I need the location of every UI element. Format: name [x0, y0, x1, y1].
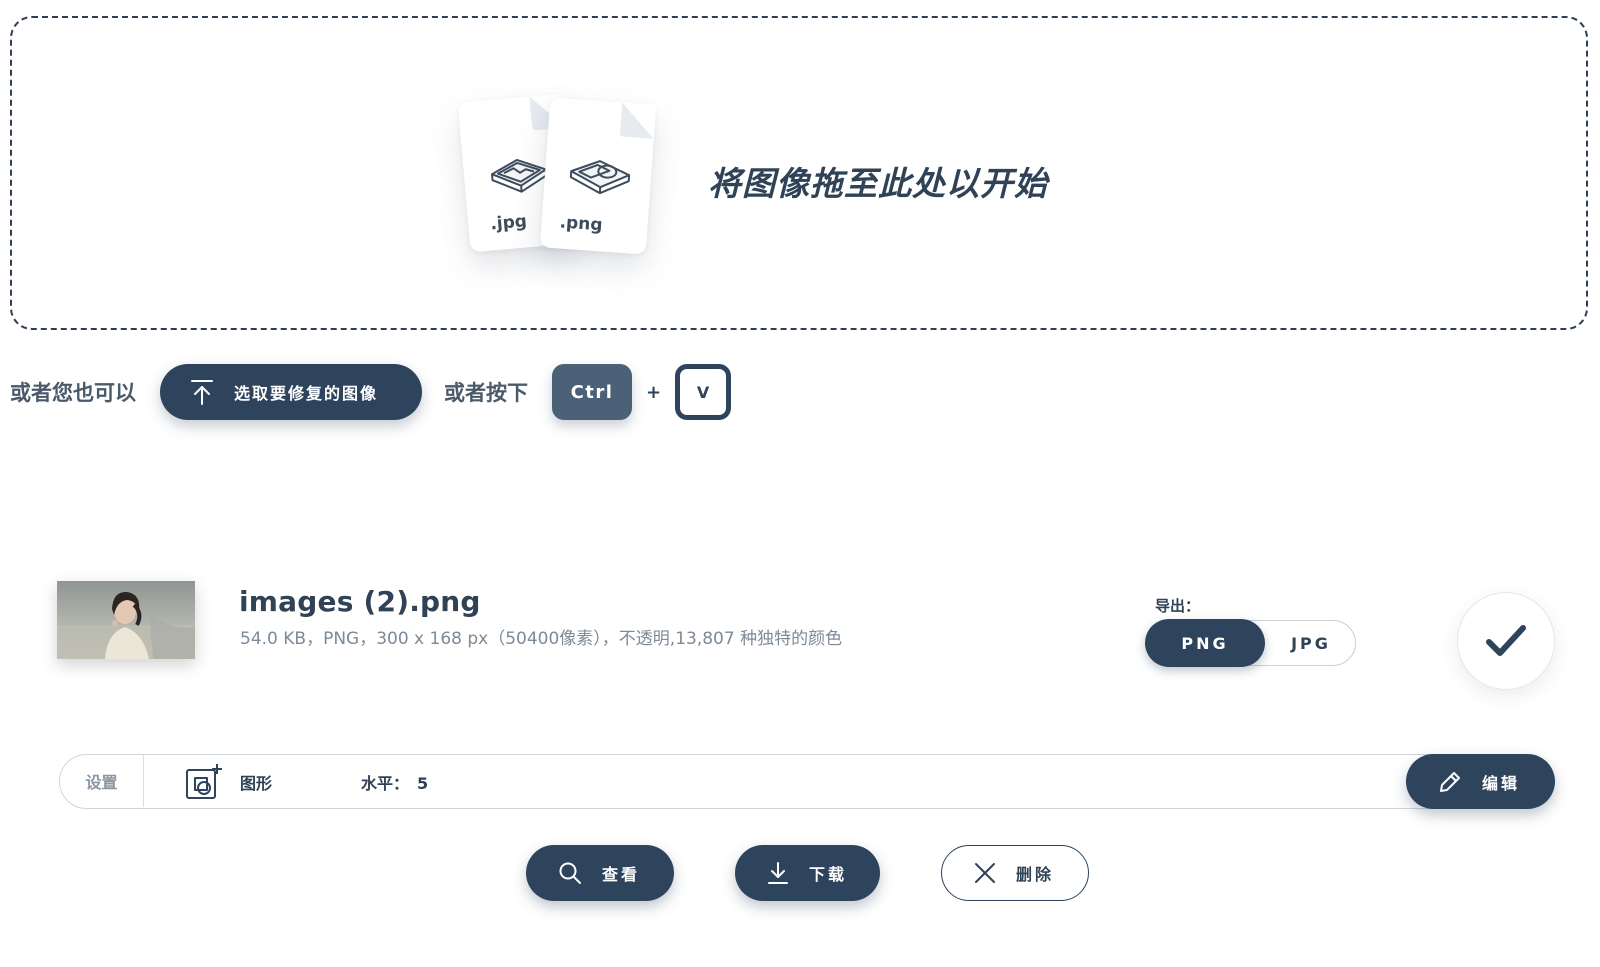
- download-button[interactable]: 下载: [735, 845, 880, 901]
- view-label: 查看: [602, 865, 641, 884]
- format-png-option[interactable]: PNG: [1145, 619, 1265, 667]
- download-icon: [767, 861, 789, 885]
- delete-button[interactable]: 删除: [941, 845, 1089, 901]
- pencil-icon: [1438, 770, 1462, 794]
- search-icon: [558, 861, 582, 885]
- plus-sign: +: [646, 381, 662, 403]
- drop-zone-title: 将图像拖至此处以开始: [708, 164, 1048, 203]
- download-label: 下载: [809, 865, 848, 884]
- upload-icon: [190, 379, 214, 405]
- thumbnail-photo: [57, 581, 195, 659]
- ctrl-key: Ctrl: [552, 364, 632, 420]
- file-name: images (2).png: [239, 585, 481, 618]
- or-you-can-label: 或者您也可以: [10, 381, 136, 405]
- edit-label: 编辑: [1482, 773, 1521, 793]
- view-button[interactable]: 查看: [526, 845, 674, 901]
- shape-label[interactable]: 图形: [240, 770, 272, 794]
- format-jpg-option[interactable]: JPG: [1265, 619, 1357, 667]
- delete-label: 删除: [1016, 865, 1055, 884]
- file-metadata: 54.0 KB，PNG，300 x 168 px（50400像素），不透明,13…: [240, 629, 843, 649]
- confirm-button[interactable]: [1457, 592, 1555, 690]
- edit-button[interactable]: 编辑: [1406, 754, 1555, 809]
- png-file-card: .png: [539, 97, 657, 255]
- level-setting[interactable]: 水平： 5: [361, 770, 428, 794]
- or-press-label: 或者按下: [444, 381, 528, 405]
- export-format-toggle: PNG JPG: [1145, 619, 1357, 667]
- shape-image-icon: [569, 160, 631, 195]
- select-image-label: 选取要修复的图像: [234, 384, 379, 403]
- checkmark-icon: [1486, 625, 1526, 656]
- settings-label: 设置: [60, 755, 144, 807]
- close-icon: [974, 862, 996, 884]
- export-label: 导出：: [1155, 597, 1201, 615]
- level-value: 5: [417, 774, 429, 793]
- select-image-button[interactable]: 选取要修复的图像: [160, 364, 422, 420]
- add-shape-icon[interactable]: [184, 762, 224, 806]
- page-fold: [619, 102, 657, 139]
- v-key: V: [675, 364, 732, 420]
- alternative-actions-row: 或者您也可以 选取要修复的图像 或者按下 Ctrl + V: [10, 364, 732, 420]
- level-label: 水平：: [361, 774, 410, 793]
- settings-bar: 设置 图形 水平： 5: [59, 754, 1499, 809]
- png-extension-label: .png: [558, 212, 604, 236]
- image-thumbnail[interactable]: [57, 581, 195, 659]
- image-icon: [491, 158, 548, 193]
